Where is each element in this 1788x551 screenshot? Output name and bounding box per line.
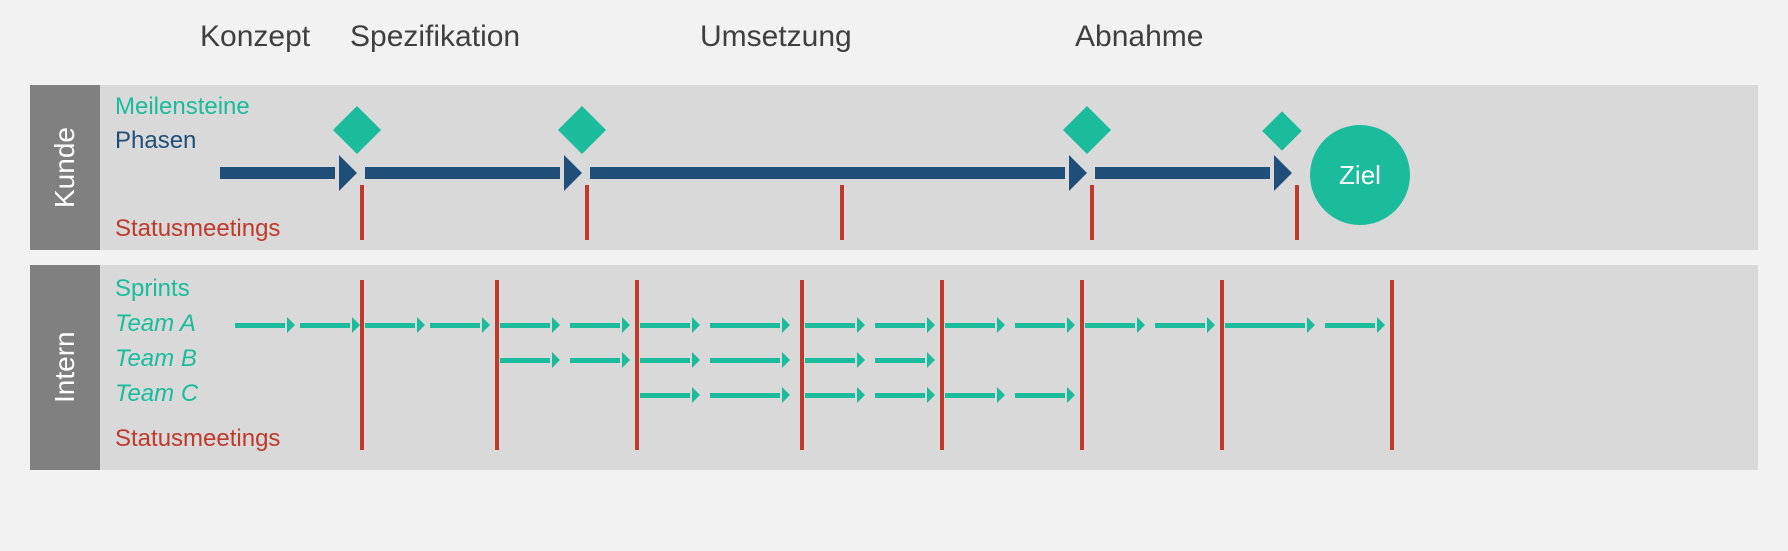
status-bar <box>360 280 364 450</box>
sprint-arrow <box>805 358 855 363</box>
phase-abnahme-label: Abnahme <box>1075 20 1203 54</box>
status-bar <box>585 185 589 240</box>
sprint-arrow <box>875 393 925 398</box>
label-status-kunde: Statusmeetings <box>115 215 280 243</box>
sprint-arrow <box>1225 323 1305 328</box>
sprint-arrow <box>805 393 855 398</box>
status-bar <box>800 280 804 450</box>
swimlane-intern-header: Intern <box>30 265 100 470</box>
phase-spezifikation-label: Spezifikation <box>350 20 520 54</box>
status-bar <box>940 280 944 450</box>
label-meilensteine: Meilensteine <box>115 93 250 121</box>
arrow-umsetzung <box>590 167 1065 179</box>
label-team-b: Team B <box>115 345 197 373</box>
status-bar <box>495 280 499 450</box>
label-sprints: Sprints <box>115 275 190 303</box>
sprint-arrow <box>710 358 780 363</box>
sprint-arrow <box>710 323 780 328</box>
sprint-arrow <box>640 393 690 398</box>
status-bar <box>1090 185 1094 240</box>
sprint-arrow <box>1155 323 1205 328</box>
sprint-arrow <box>875 358 925 363</box>
status-bar <box>1080 280 1084 450</box>
sprint-arrow <box>640 358 690 363</box>
status-bar <box>1390 280 1394 450</box>
swimlane-kunde: Kunde Meilensteine Phasen Statusmeetings… <box>30 85 1758 250</box>
status-bar <box>635 280 639 450</box>
sprint-arrow <box>235 323 285 328</box>
status-bar <box>360 185 364 240</box>
sprint-arrow <box>1085 323 1135 328</box>
sprint-arrow <box>570 323 620 328</box>
diamond-icon <box>1262 111 1302 151</box>
phase-umsetzung-label: Umsetzung <box>700 20 852 54</box>
sprint-arrow <box>640 323 690 328</box>
label-phasen: Phasen <box>115 127 196 155</box>
arrow-konzept <box>220 167 335 179</box>
sprint-arrow <box>300 323 350 328</box>
status-bar <box>840 185 844 240</box>
sprint-arrow <box>365 323 415 328</box>
arrow-abnahme <box>1095 167 1270 179</box>
sprint-arrow <box>430 323 480 328</box>
label-team-a: Team A <box>115 310 196 338</box>
sprint-arrow <box>875 323 925 328</box>
sprint-arrow <box>1325 323 1375 328</box>
diamond-icon <box>1063 106 1111 154</box>
sprint-arrow <box>1015 393 1065 398</box>
sprint-arrow <box>570 358 620 363</box>
status-bar <box>1220 280 1224 450</box>
diamond-icon <box>333 106 381 154</box>
phase-konzept-label: Konzept <box>200 20 310 54</box>
label-status-intern: Statusmeetings <box>115 425 280 453</box>
diamond-icon <box>558 106 606 154</box>
sprint-arrow <box>500 323 550 328</box>
status-bar <box>1295 185 1299 240</box>
swimlane-kunde-header: Kunde <box>30 85 100 250</box>
sprint-arrow <box>1015 323 1065 328</box>
goal-circle: Ziel <box>1310 125 1410 225</box>
sprint-arrow <box>805 323 855 328</box>
sprint-arrow <box>945 323 995 328</box>
swimlane-intern: Intern Sprints Team A Team B Team C Stat… <box>30 265 1758 470</box>
sprint-arrow <box>500 358 550 363</box>
arrow-spezifikation <box>365 167 560 179</box>
sprint-arrow <box>945 393 995 398</box>
sprint-arrow <box>710 393 780 398</box>
label-team-c: Team C <box>115 380 198 408</box>
